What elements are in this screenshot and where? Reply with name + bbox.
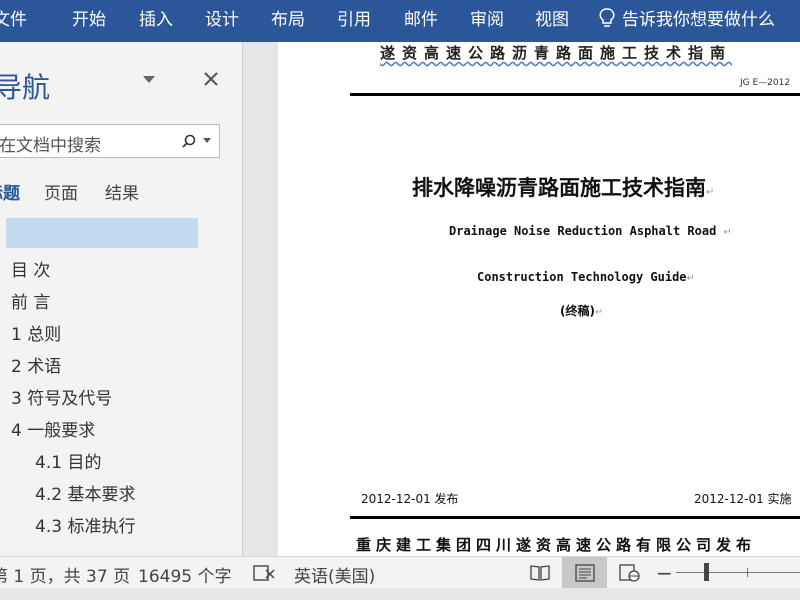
- implement-date: 2012-12-01 实施: [694, 492, 792, 506]
- tab-view[interactable]: 视图: [535, 8, 569, 32]
- english-title-line-2: Construction Technology Guide↵: [477, 270, 695, 284]
- zoom-slider-thumb[interactable]: [704, 563, 709, 581]
- zoom-out-button[interactable]: −: [656, 561, 673, 585]
- ribbon-tabs-bar: 文件 开始 插入 设计 布局 引用 邮件 审阅 视图 告诉我你想要做什么: [0, 0, 800, 42]
- print-layout-button[interactable]: [562, 557, 607, 588]
- document-title: 排水降噪沥青路面施工技术指南↵: [412, 175, 715, 200]
- publisher-line: 重庆建工集团四川遂资高速公路有限公司发布: [356, 536, 757, 554]
- tab-mailings[interactable]: 邮件: [404, 8, 438, 32]
- read-mode-icon[interactable]: [529, 564, 551, 582]
- tab-pages[interactable]: 页面: [44, 179, 78, 204]
- heading-item[interactable]: 目 次: [11, 256, 50, 281]
- footer-rule: [350, 516, 800, 519]
- heading-item[interactable]: 4.1 目的: [35, 448, 101, 473]
- heading-item[interactable]: 4 一般要求: [11, 416, 95, 441]
- heading-item-selected[interactable]: [6, 218, 198, 248]
- web-layout-icon[interactable]: [619, 564, 641, 582]
- search-placeholder: 在文档中搜索: [0, 136, 101, 156]
- print-layout-icon: [575, 564, 595, 582]
- lightbulb-icon: [599, 8, 615, 27]
- heading-item[interactable]: 前 言: [11, 288, 50, 313]
- draft-label: (终稿)↵: [560, 304, 604, 318]
- close-icon[interactable]: [202, 70, 220, 88]
- tab-results[interactable]: 结果: [105, 179, 139, 204]
- tab-insert[interactable]: 插入: [139, 8, 173, 32]
- navigation-pane: 导航 在文档中搜索 标题 页面 结果 目 次 前 言 1 总则 2 术语 3 符…: [0, 42, 242, 556]
- heading-item[interactable]: 4.3 标准执行: [35, 512, 135, 537]
- publish-date: 2012-12-01 发布: [361, 492, 459, 506]
- heading-item[interactable]: 2 术语: [11, 352, 61, 377]
- page-count[interactable]: 第 1 页，共 37 页: [0, 562, 130, 587]
- pane-options-dropdown-icon[interactable]: [142, 72, 156, 86]
- tab-review[interactable]: 审阅: [470, 8, 504, 32]
- heading-item[interactable]: 4.2 基本要求: [35, 480, 135, 505]
- window-bottom-edge: [0, 588, 800, 600]
- standard-code: JG E—2012: [740, 78, 791, 88]
- tab-layout[interactable]: 布局: [271, 8, 305, 32]
- zoom-slider-center-tick: [747, 568, 748, 577]
- status-bar: 第 1 页，共 37 页 16495 个字 英语(美国) −: [0, 556, 800, 588]
- search-icon[interactable]: [182, 134, 196, 148]
- chevron-down-icon[interactable]: [203, 138, 211, 144]
- language-indicator[interactable]: 英语(美国): [294, 562, 375, 587]
- page-header-text: 遂资高速公路沥青路面施工技术指南: [380, 44, 733, 62]
- tab-headings[interactable]: 标题: [0, 179, 20, 204]
- tab-home[interactable]: 开始: [72, 8, 106, 32]
- tab-file[interactable]: 文件: [0, 8, 27, 32]
- nav-pane-title: 导航: [0, 71, 51, 104]
- heading-item[interactable]: 3 符号及代号: [11, 384, 112, 409]
- word-count[interactable]: 16495 个字: [138, 562, 231, 587]
- proofing-icon[interactable]: [253, 564, 275, 582]
- pane-splitter[interactable]: [242, 42, 278, 556]
- header-rule: [350, 93, 800, 96]
- tell-me-label: 告诉我你想要做什么: [622, 10, 775, 30]
- tell-me-box[interactable]: 告诉我你想要做什么: [598, 8, 775, 32]
- zoom-slider[interactable]: [676, 572, 800, 573]
- tab-references[interactable]: 引用: [337, 8, 371, 32]
- document-page[interactable]: 遂资高速公路沥青路面施工技术指南 JG E—2012 排水降噪沥青路面施工技术指…: [278, 42, 800, 556]
- english-title-line-1: Drainage Noise Reduction Asphalt Road ↵: [449, 224, 732, 238]
- search-input[interactable]: 在文档中搜索: [0, 124, 220, 158]
- heading-item[interactable]: 1 总则: [11, 320, 61, 345]
- tab-design[interactable]: 设计: [205, 8, 239, 32]
